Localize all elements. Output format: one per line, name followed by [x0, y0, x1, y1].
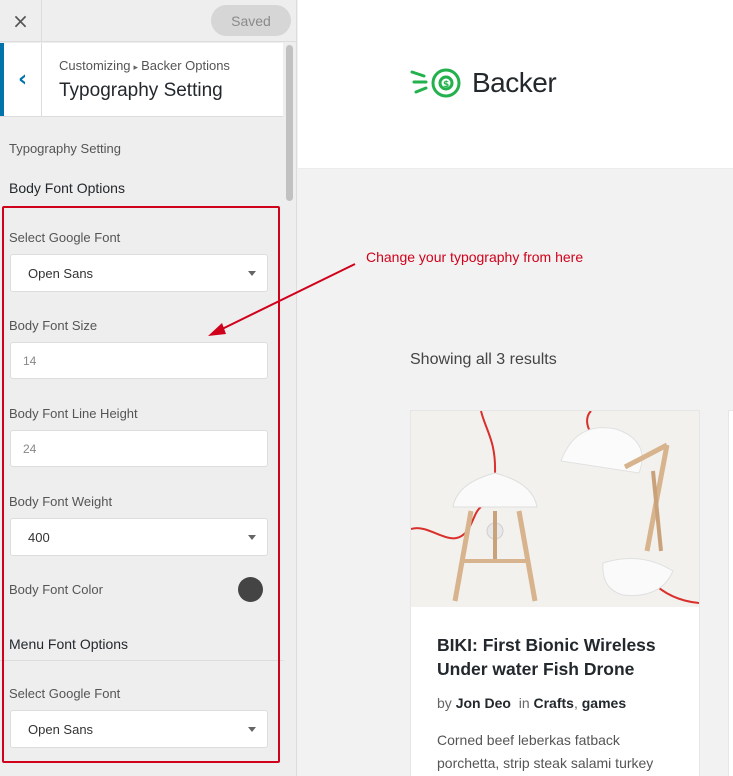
category-separator: , [573, 695, 578, 711]
section-header: ‹ Customizing ▸ Backer Options Typography … [0, 43, 283, 117]
breadcrumb-separator-icon: ▸ [133, 62, 139, 72]
breadcrumb-parent: Backer Options [141, 58, 230, 73]
back-arrow-icon[interactable]: ‹ [0, 43, 42, 116]
breadcrumb-root: Customizing [59, 58, 131, 73]
product-image[interactable] [411, 411, 699, 607]
menu-font-select[interactable]: Open Sans [10, 710, 268, 748]
results-count: Showing all 3 results [410, 351, 557, 368]
divider [0, 660, 283, 661]
scrollbar-thumb[interactable] [286, 45, 293, 201]
body-font-select[interactable]: Open Sans [10, 254, 268, 292]
body-font-heading: Body Font Options [9, 180, 125, 196]
font-weight-label: Body Font Weight [9, 494, 113, 509]
line-height-input[interactable]: 24 [10, 430, 268, 467]
meta-in: in [518, 695, 530, 711]
close-icon[interactable]: × [0, 0, 42, 42]
customizer-sidebar: × Saved ‹ Customizing ▸ Backer Options Typ… [0, 0, 297, 776]
meta-by: by [437, 695, 452, 711]
svg-text:$: $ [443, 80, 449, 90]
body-font-select-value: Open Sans [28, 265, 94, 281]
section-title: Typography Setting [59, 80, 223, 101]
logo-text: Backer [472, 67, 557, 98]
product-card-partial[interactable] [728, 410, 733, 776]
menu-font-heading: Menu Font Options [9, 636, 129, 652]
menu-font-select-label: Select Google Font [9, 686, 121, 701]
product-card[interactable]: BIKI: First Bionic Wireless Under water … [410, 410, 700, 776]
line-height-label: Body Font Line Height [9, 406, 138, 421]
site-logo[interactable]: $ Backer [410, 64, 557, 102]
font-color-swatch[interactable] [238, 577, 263, 602]
author-link[interactable]: Jon Deo [456, 695, 511, 711]
chevron-down-icon [248, 535, 256, 540]
chevron-down-icon [248, 727, 256, 732]
font-weight-select-value: 400 [28, 529, 50, 545]
group-label: Typography Setting [9, 141, 122, 156]
font-weight-select[interactable]: 400 [10, 518, 268, 556]
menu-font-select-value: Open Sans [28, 721, 94, 737]
body-font-select-label: Select Google Font [9, 230, 121, 245]
lamp-illustration [411, 411, 699, 607]
sidebar-scrollbar[interactable] [285, 43, 294, 776]
font-size-label: Body Font Size [9, 318, 98, 333]
saved-button[interactable]: Saved [211, 5, 291, 36]
font-size-input[interactable]: 14 [10, 342, 268, 379]
breadcrumb: Customizing ▸ Backer Options [59, 58, 230, 73]
backer-logo-icon: $ [410, 68, 461, 98]
product-title[interactable]: BIKI: First Bionic Wireless Under water … [437, 633, 687, 681]
annotation-text: Change your typography from here [366, 249, 584, 265]
category-link-games[interactable]: games [582, 695, 626, 711]
site-preview: $ Backer Showing all 3 results BIKI: Fir… [298, 0, 733, 776]
site-header: $ Backer [298, 0, 733, 169]
font-color-label: Body Font Color [9, 582, 103, 597]
product-excerpt: Corned beef leberkas fatback porchetta, … [437, 732, 654, 771]
product-meta: by Jon Deo in Crafts, games [437, 695, 626, 711]
customizer-topbar: × Saved [0, 0, 296, 42]
chevron-down-icon [248, 271, 256, 276]
category-link-crafts[interactable]: Crafts [534, 695, 574, 711]
